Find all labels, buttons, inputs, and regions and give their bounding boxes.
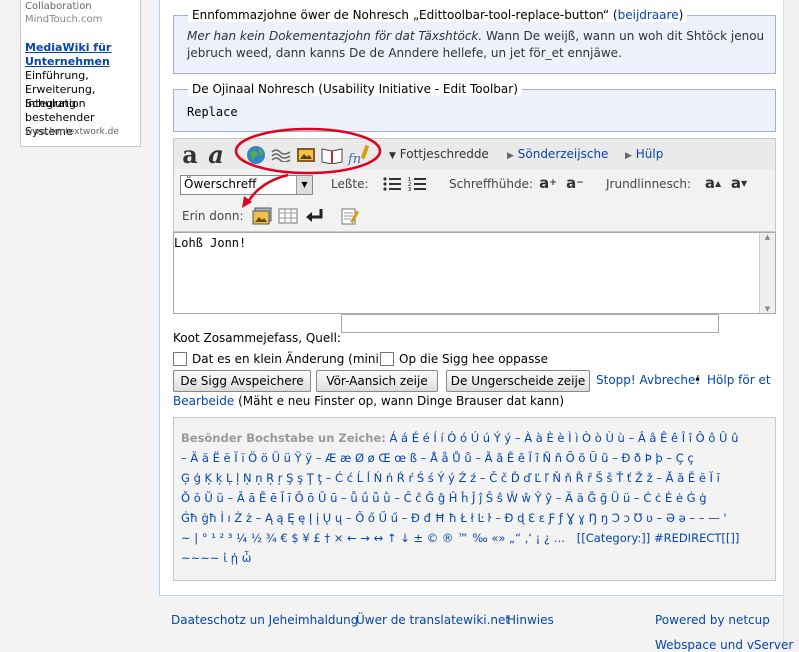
baseline-label: Jrundlinnesch: bbox=[606, 177, 692, 191]
ad-link-line2[interactable]: Unternehmen bbox=[25, 55, 110, 68]
annotation-arrow bbox=[246, 173, 289, 203]
info-fieldset: Ennfommazjohne öwer de Nohresch „Edittoo… bbox=[173, 8, 776, 74]
help-tab[interactable]: ▶ Hülp bbox=[625, 147, 663, 161]
save-button[interactable]: De Sigg Avspeichere bbox=[173, 370, 311, 392]
scroll-up-icon[interactable]: ▲ bbox=[760, 233, 775, 241]
info-rest: Wann De weijß, wann un woh dit Shtöck je… bbox=[482, 29, 765, 43]
ad-domain: www.kontextwork.de bbox=[25, 127, 119, 137]
minor-edit-label: Dat es en klein Änderung (mini) bbox=[192, 352, 384, 366]
scroll-down-icon[interactable]: ▼ bbox=[760, 305, 775, 313]
sidebar-ad: Collaboration MindTouch.com MediaWiki fü… bbox=[20, 0, 141, 147]
info-italic: Mer han kein Dokementazjohn för dat Täxs… bbox=[187, 29, 483, 43]
info-legend-end: ) bbox=[678, 8, 684, 22]
advanced-label: Fottjeschredde bbox=[399, 147, 489, 161]
ad-link-line1[interactable]: MediaWiki für bbox=[25, 41, 111, 54]
disclaimer-link[interactable]: Hinwies bbox=[507, 613, 554, 627]
privacy-link[interactable]: Daateschotz un Jeheimhaldung bbox=[171, 613, 358, 627]
special-chars-row-0[interactable]: Á á É é Í í Ó ó Ú ú Ý ý – À à È è Ì ì Ò … bbox=[390, 431, 739, 445]
category-insert[interactable]: [[Category:]] bbox=[577, 531, 651, 545]
ad-desc-3: Integration bbox=[25, 97, 86, 110]
special-tab[interactable]: ▶ Sönderzeijsche bbox=[507, 147, 608, 161]
summary-label: Koot Zosammejefass, Quell: bbox=[173, 331, 341, 345]
small-text-icon[interactable]: a − bbox=[564, 173, 586, 193]
subscript-icon[interactable]: a ▼ bbox=[728, 173, 750, 193]
original-legend: De Ojinaal Nohresch (Usability Initiativ… bbox=[188, 82, 522, 96]
special-label: Sönderzeijsche bbox=[517, 147, 609, 161]
special-chars-row-5: ~ | ° ¹ ² ³ ¼ ½ ¾ € $ ¥ £ † × ← → ↔ ↑ ↓ … bbox=[181, 528, 739, 548]
collab-text: Collaboration bbox=[25, 1, 92, 12]
advanced-tri-icon: ▼ bbox=[389, 151, 396, 161]
annotation-overlay bbox=[234, 127, 382, 208]
window-scrollbar[interactable] bbox=[783, 0, 799, 650]
info-legend: Ennfommazjohne öwer de Nohresch „Edittoo… bbox=[188, 8, 688, 22]
mindtouch-text: MindTouch.com bbox=[25, 14, 103, 25]
font-size-label: Schreffhühde: bbox=[449, 177, 533, 191]
powered-link[interactable]: Powered by netcup bbox=[655, 613, 770, 627]
info-line-2: jebruch weed, dann kanns De de Anndere h… bbox=[187, 46, 622, 60]
superscript-icon[interactable]: a ▲ bbox=[702, 173, 724, 193]
editor-text: Lohß Jonn! bbox=[174, 236, 247, 250]
big-text-icon[interactable]: a + bbox=[537, 173, 559, 193]
info-line-1: Mer han kein Dokementazjohn för dat Täxs… bbox=[187, 29, 764, 43]
help-tri-icon: ▶ bbox=[625, 151, 632, 161]
special-chars-row-2[interactable]: Ģ ģ Ķ ķ Ļ ļ Ņ ņ Ŗ ŗ Ş ş Ţ ţ – Ć ć Ĺ ĺ Ń … bbox=[181, 468, 720, 488]
advanced-tab[interactable]: ▼ Fottjeschredde bbox=[389, 147, 489, 161]
watch-checkbox[interactable] bbox=[380, 352, 394, 366]
special-title: Besönder Bochstabe un Zeiche: bbox=[181, 431, 386, 445]
italic-icon[interactable]: a bbox=[206, 140, 226, 169]
original-value: Replace bbox=[187, 105, 238, 119]
help-line-2: Bearbeide (Mäht e neu Finster op, wann D… bbox=[173, 394, 564, 408]
diff-button[interactable]: De Ungerscheide zeije bbox=[446, 370, 590, 392]
annotation-circle bbox=[234, 127, 382, 175]
info-legend-text: Ennfommazjohne öwer de Nohresch „Edittoo… bbox=[192, 8, 618, 22]
special-chars-row-3[interactable]: Ŏ ŏ Ŭ ŭ – Ā ā Ē ē Ī ī Ō ō Ū ū – ǖ ǘ ǚ ǜ … bbox=[181, 488, 707, 508]
help-link[interactable]: Hölp för et bbox=[707, 373, 771, 387]
svg-text:3: 3 bbox=[408, 187, 411, 192]
bold-icon[interactable]: a bbox=[180, 140, 200, 169]
help-link-2[interactable]: Bearbeide bbox=[173, 394, 234, 408]
edit-textarea[interactable]: Lohß Jonn! ▲ ▼ bbox=[173, 232, 776, 314]
ad-desc-1: Einführung, bbox=[25, 69, 89, 82]
summary-input[interactable] bbox=[341, 314, 719, 333]
help-note: (Mäht e neu Finster op, wann Dinge Braus… bbox=[234, 394, 564, 408]
minor-edit-checkbox[interactable] bbox=[173, 352, 187, 366]
cancel-link[interactable]: Stopp! Avbreche! bbox=[596, 373, 700, 387]
help-label: Hülp bbox=[635, 147, 664, 161]
contribute-link[interactable]: beijdraare bbox=[618, 8, 679, 22]
special-chars-row-4[interactable]: Ġħ ġħ İ ı Ż ż – Ą ą Ę ę Į į Ų ų – Ő ő Ű … bbox=[181, 508, 727, 528]
textarea-scrollbar[interactable]: ▲ ▼ bbox=[759, 233, 775, 313]
preview-button[interactable]: Vör-Aansich zeije bbox=[316, 370, 438, 392]
special-tri-icon: ▶ bbox=[507, 151, 514, 161]
special-chars-row-1[interactable]: – Ä ä Ë ë Ï ï Ö ö Ü ü Ÿ ÿ – Æ æ Ø ø Œ œ … bbox=[181, 448, 694, 468]
bullet-sep: • bbox=[694, 373, 702, 387]
special-chars-row-6[interactable]: ~~~~ ἰ ᾐ ὦ bbox=[181, 548, 251, 568]
watch-label: Op die Sigg hee oppasse bbox=[399, 352, 549, 366]
redirect-insert[interactable]: #REDIRECT[[]] bbox=[654, 531, 739, 545]
about-link[interactable]: Üwer de translatewiki.net bbox=[356, 613, 510, 627]
special-chars-symbols[interactable]: ~ | ° ¹ ² ³ ¼ ½ ¾ € $ ¥ £ † × ← → ↔ ↑ ↓ … bbox=[181, 531, 565, 545]
footer-divider bbox=[159, 595, 783, 596]
special-line-0: Besönder Bochstabe un Zeiche: Á á É é Í … bbox=[181, 428, 738, 448]
numbered-list-icon[interactable]: 123 bbox=[407, 175, 427, 193]
special-chars-panel: Besönder Bochstabe un Zeiche: Á á É é Í … bbox=[173, 417, 776, 581]
